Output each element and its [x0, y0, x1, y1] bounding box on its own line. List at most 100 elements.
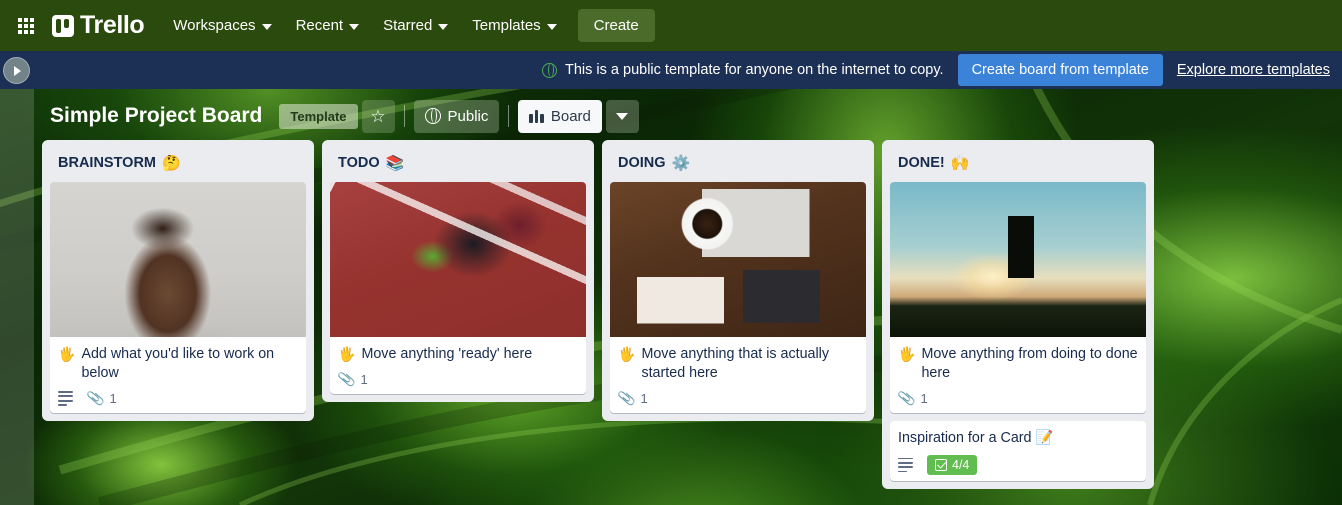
trello-wordmark: Trello: [80, 11, 145, 39]
list-title[interactable]: BRAINSTORM 🤔: [50, 148, 306, 182]
card-list: 🖐️ Add what you'd like to work on below 📎 1: [50, 182, 306, 413]
checklist-count: 4/4: [952, 458, 970, 472]
nav-label-workspaces: Workspaces: [173, 17, 256, 34]
board-view-label: Board: [550, 107, 591, 125]
list-title-text: BRAINSTORM: [58, 155, 157, 171]
collapsed-sidebar: [0, 89, 34, 505]
template-badge: Template: [279, 103, 358, 129]
attachment-count: 1: [640, 391, 648, 406]
list-title-emoji: 📚: [385, 155, 405, 172]
card-body: 🖐️ Move anything from doing to done here 📎…: [890, 337, 1146, 413]
trello-logo[interactable]: Trello: [52, 11, 145, 40]
card-badges: 4/4: [898, 455, 1138, 475]
description-badge: [898, 457, 913, 473]
attachment-count: 1: [109, 391, 117, 406]
card[interactable]: 🖐️ Move anything from doing to done here 📎…: [890, 182, 1146, 413]
list-brainstorm: BRAINSTORM 🤔 🖐️ Add what you'd like to work…: [42, 140, 314, 421]
board-view-button[interactable]: Board: [518, 99, 602, 133]
chevron-right-icon: [14, 65, 21, 76]
card-body: 🖐️ Add what you'd like to work on below 📎 1: [50, 337, 306, 413]
card-title: 🖐️ Add what you'd like to work on below: [58, 345, 298, 383]
nav-item-templates[interactable]: Templates: [461, 10, 567, 41]
raised-hand-icon: 🖐️: [898, 346, 916, 362]
list-title-text: DONE!: [898, 155, 945, 171]
public-template-banner: This is a public template for anyone on …: [0, 51, 1342, 89]
board-header: Simple Project Board Template ☆ Public B…: [34, 92, 1342, 140]
paperclip-icon: 📎: [896, 388, 917, 408]
card-body: 🖐️ Move anything that is actually started…: [610, 337, 866, 413]
globe-public-icon: [542, 62, 557, 78]
banner-message-group: This is a public template for anyone on …: [542, 62, 944, 78]
list-done: DONE! 🙌 🖐️ Move anything from doing to done…: [882, 140, 1154, 489]
banner-message-text: This is a public template for anyone on …: [565, 62, 944, 78]
description-badge: [58, 391, 73, 406]
card-title-text: Inspiration for a Card 📝: [898, 430, 1054, 446]
description-icon: [58, 391, 73, 406]
card-cover-image: [330, 182, 586, 337]
card-badges: 📎 1: [336, 369, 578, 389]
nav-label-templates: Templates: [472, 17, 541, 34]
globe-icon: [424, 107, 441, 124]
nav-label-starred: Starred: [383, 17, 433, 34]
card-title: 🖐️ Move anything that is actually started…: [618, 345, 858, 383]
nav-item-starred[interactable]: Starred: [372, 10, 459, 41]
card-cover-image: [610, 182, 866, 337]
attachment-badge: 📎 1: [896, 388, 928, 408]
card-badges: 📎 1: [896, 388, 1138, 408]
list-title-text: TODO: [338, 155, 380, 171]
create-button[interactable]: Create: [577, 9, 655, 42]
card-title: 🖐️ Move anything from doing to done here: [898, 345, 1138, 383]
nav-item-recent[interactable]: Recent: [285, 10, 371, 41]
list-todo: TODO 📚 🖐️ Move anything 'ready' here 📎 1: [322, 140, 594, 402]
list-title-emoji: 🙌: [950, 155, 970, 172]
card[interactable]: 🖐️ Move anything that is actually started…: [610, 182, 866, 413]
board-view-dropdown-button[interactable]: [605, 99, 639, 133]
card[interactable]: Inspiration for a Card 📝 4/4: [890, 421, 1146, 481]
board-columns-icon: [529, 109, 544, 123]
card-title-text: Move anything 'ready' here: [361, 346, 533, 362]
checklist-badge: 4/4: [927, 455, 978, 475]
card-title-text: Add what you'd like to work on below: [81, 346, 275, 381]
chevron-down-icon: [616, 112, 629, 120]
card-title-text: Move anything that is actually started h…: [641, 346, 829, 381]
list-title[interactable]: DOING ⚙️: [610, 148, 866, 182]
board-lists-container: BRAINSTORM 🤔 🖐️ Add what you'd like to work…: [34, 140, 1342, 505]
grid-apps-icon[interactable]: [10, 10, 42, 42]
board-title[interactable]: Simple Project Board: [43, 100, 269, 132]
header-divider: [508, 105, 510, 127]
card-body: 🖐️ Move anything 'ready' here 📎 1: [330, 337, 586, 394]
sidebar-expand-button[interactable]: [3, 57, 30, 84]
card-badges: 📎 1: [58, 389, 298, 407]
card[interactable]: 🖐️ Move anything 'ready' here 📎 1: [330, 182, 586, 394]
attachment-badge: 📎 1: [616, 388, 648, 408]
list-title[interactable]: DONE! 🙌: [890, 148, 1146, 182]
card-cover-image: [890, 182, 1146, 337]
nav-item-workspaces[interactable]: Workspaces: [162, 10, 282, 41]
attachment-badge: 📎 1: [336, 369, 368, 389]
card-title: 🖐️ Move anything 'ready' here: [338, 345, 578, 364]
list-doing: DOING ⚙️ 🖐️ Move anything that is actually …: [602, 140, 874, 421]
create-board-from-template-button[interactable]: Create board from template: [957, 54, 1163, 86]
card-cover-image: [50, 182, 306, 337]
list-title[interactable]: TODO 📚: [330, 148, 586, 182]
paperclip-icon: 📎: [616, 388, 637, 408]
visibility-label: Public: [447, 107, 489, 125]
trello-mark-icon: [52, 14, 74, 37]
list-title-emoji: 🤔: [162, 155, 181, 172]
nav-label-recent: Recent: [295, 17, 344, 34]
board-visibility-button[interactable]: Public: [413, 99, 500, 133]
checkbox-check-icon: [935, 459, 947, 471]
paperclip-icon: 📎: [336, 369, 357, 389]
chevron-down-icon: [261, 23, 272, 30]
card[interactable]: 🖐️ Add what you'd like to work on below 📎 1: [50, 182, 306, 413]
card-title-text: Move anything from doing to done here: [921, 346, 1138, 381]
star-outline-icon: ☆: [370, 106, 386, 126]
raised-hand-icon: 🖐️: [618, 346, 636, 362]
card-title: Inspiration for a Card 📝: [898, 429, 1138, 448]
card-body: Inspiration for a Card 📝 4/4: [890, 421, 1146, 481]
star-board-button[interactable]: ☆: [361, 99, 395, 133]
top-navigation-bar: Trello Workspaces Recent Starred Templat…: [0, 0, 1342, 51]
explore-more-templates-link[interactable]: Explore more templates: [1177, 62, 1332, 78]
list-title-emoji: ⚙️: [671, 155, 691, 172]
chevron-down-icon: [349, 23, 360, 30]
